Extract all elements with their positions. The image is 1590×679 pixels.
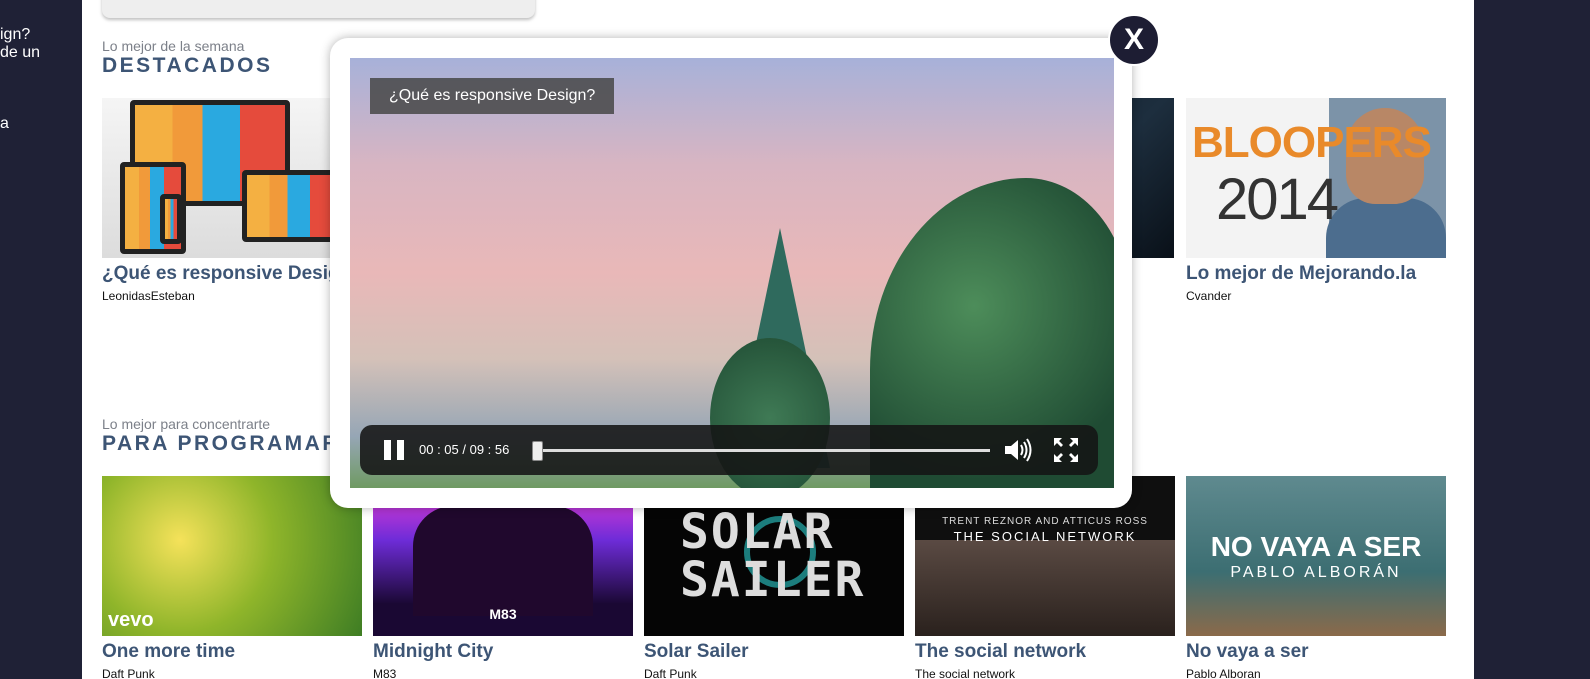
video-modal: ¿Qué es responsive Design? 00 : 05 / 09 … [330, 38, 1132, 508]
video-author: Pablo Alboran [1186, 667, 1261, 679]
section-title: DESTACADOS [102, 54, 273, 77]
left-sidebar: ign? de un a [0, 0, 82, 679]
thumbnail-text: M83 [489, 606, 517, 622]
video-player[interactable]: ¿Qué es responsive Design? 00 : 05 / 09 … [350, 58, 1114, 488]
video-title-link[interactable]: The social network [915, 641, 1175, 663]
section-subtitle: Lo mejor para concentrarte [102, 416, 271, 432]
video-thumbnail[interactable]: NO VAYA A SER PABLO ALBORÁN [1186, 476, 1446, 636]
thumbnail-text: 2014 [1216, 167, 1339, 232]
video-title-link[interactable]: Lo mejor de Mejorando.la [1186, 263, 1446, 285]
search-box[interactable] [102, 0, 535, 18]
thumbnail-text: SOLAR [680, 504, 835, 560]
thumbnail-text: THE SOCIAL NETWORK [953, 529, 1137, 544]
volume-icon[interactable] [1003, 436, 1033, 464]
video-thumbnail[interactable]: BLOOPERS 2014 [1186, 98, 1446, 258]
sidebar-text-snippet: a [0, 115, 9, 132]
video-author: Cvander [1186, 289, 1232, 303]
video-title-link[interactable]: No vaya a ser [1186, 641, 1446, 663]
thumbnail-text: PABLO ALBORÁN [1230, 564, 1402, 581]
thumbnail-text: TRENT REZNOR AND ATTICUS ROSS [942, 516, 1148, 527]
video-author: LeonidasEsteban [102, 289, 195, 303]
section-title: PARA PROGRAMAR [102, 432, 340, 455]
close-modal-button[interactable]: X [1108, 14, 1160, 66]
video-title-link[interactable]: Solar Sailer [644, 641, 904, 663]
time-display: 00 : 05 / 09 : 56 [419, 442, 510, 457]
video-title-link[interactable]: Midnight City [373, 641, 633, 663]
progress-bar[interactable] [531, 441, 990, 461]
video-card[interactable]: BLOOPERS 2014 Lo mejor de Mejorando.la C… [1186, 98, 1446, 303]
fullscreen-icon[interactable] [1053, 437, 1079, 463]
video-thumbnail[interactable]: vevo [102, 476, 362, 636]
video-card[interactable]: ¿Qué es responsive Design? LeonidasEsteb… [102, 98, 363, 303]
sidebar-text-snippet: de un [0, 44, 41, 61]
video-title-link[interactable]: One more time [102, 641, 362, 663]
right-background-strip [1474, 0, 1590, 679]
video-author: The social network [915, 667, 1016, 679]
section-subtitle: Lo mejor de la semana [102, 38, 245, 54]
progress-handle[interactable] [531, 441, 543, 461]
video-thumbnail[interactable] [102, 98, 362, 258]
video-title-link[interactable]: ¿Qué es responsive Design? [102, 263, 363, 285]
thumbnail-text: vevo [108, 609, 154, 631]
video-card[interactable]: vevo One more time Daft Punk [102, 476, 362, 679]
thumbnail-text: SAILER [680, 552, 866, 608]
video-author: M83 [373, 667, 397, 679]
video-title-overlay: ¿Qué es responsive Design? [370, 78, 615, 114]
thumbnail-text: BLOOPERS [1192, 118, 1432, 167]
video-author: Daft Punk [644, 667, 697, 679]
video-author: Daft Punk [102, 667, 155, 679]
video-card[interactable]: NO VAYA A SER PABLO ALBORÁN No vaya a se… [1186, 476, 1446, 679]
sidebar-text-snippet: ign? [0, 26, 31, 43]
player-controls: 00 : 05 / 09 : 56 [360, 425, 1098, 475]
thumbnail-text: NO VAYA A SER [1210, 531, 1422, 562]
pause-icon[interactable] [384, 440, 404, 460]
